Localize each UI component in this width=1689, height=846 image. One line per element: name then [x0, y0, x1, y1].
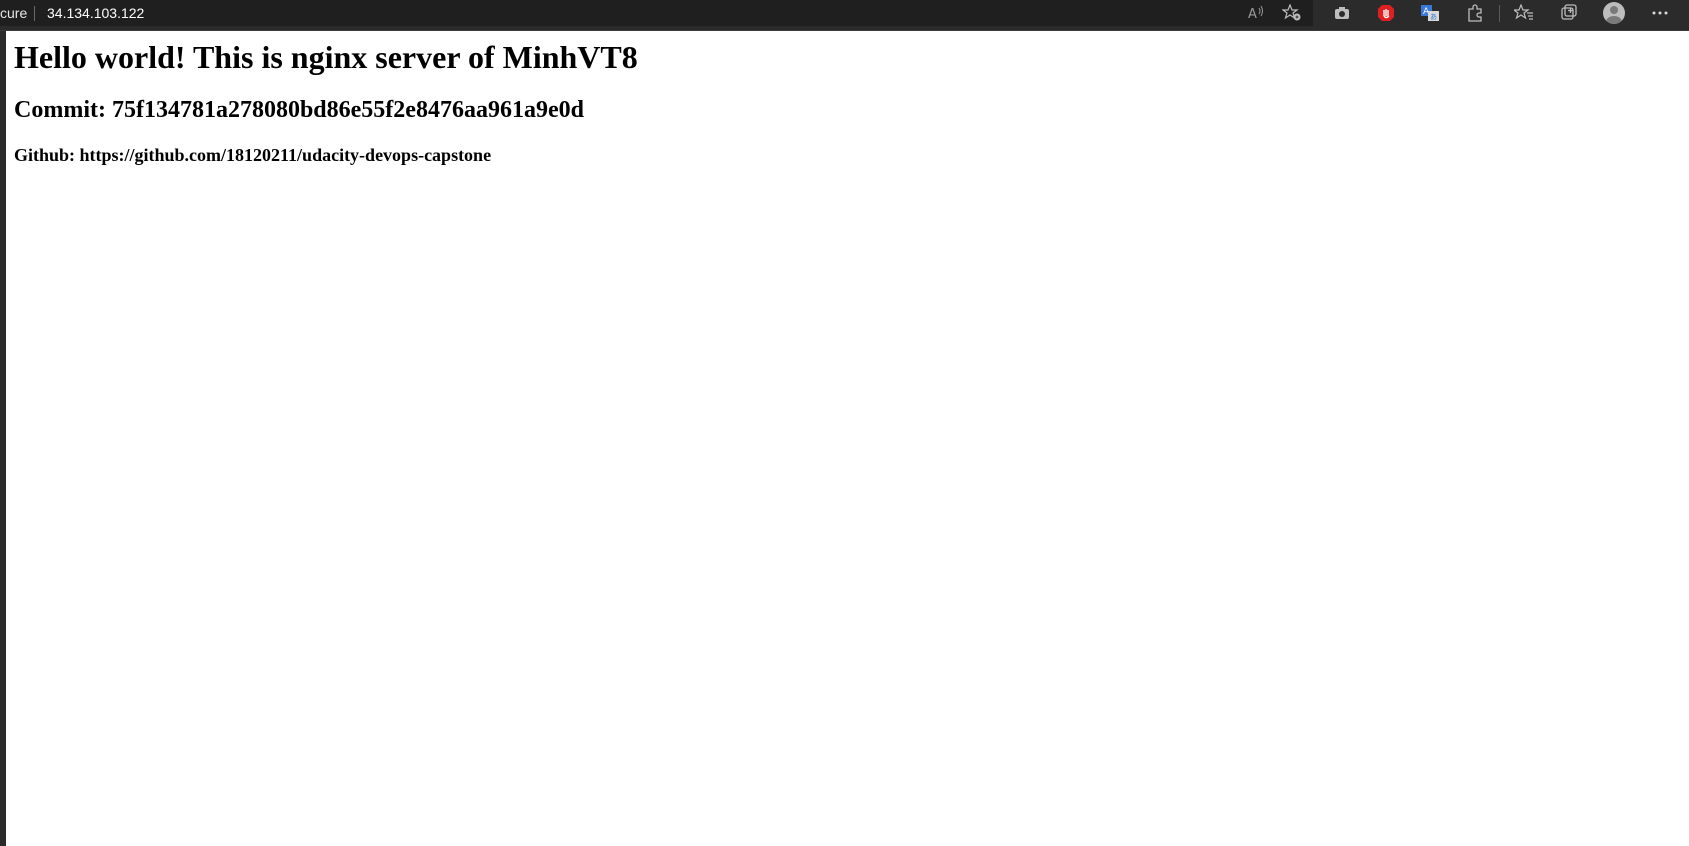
page-content: Hello world! This is nginx server of Min… — [6, 31, 1689, 846]
extensions-icon[interactable] — [1463, 2, 1487, 24]
profile-avatar-body — [1606, 16, 1622, 24]
favorite-add-icon[interactable] — [1280, 2, 1304, 24]
toolbar-divider — [1499, 5, 1500, 22]
url-text[interactable]: 34.134.103.122 — [47, 5, 144, 21]
security-indicator[interactable]: cure — [0, 5, 27, 21]
profile-icon[interactable] — [1603, 2, 1625, 24]
commit-text: Commit: 75f134781a278080bd86e55f2e8476aa… — [14, 97, 584, 123]
svg-text:あ: あ — [1430, 13, 1437, 21]
address-divider — [34, 6, 35, 21]
browser-toolbar: cure 34.134.103.122 A A あ — [0, 0, 1689, 31]
collections-icon[interactable] — [1557, 2, 1581, 24]
profile-avatar-head — [1610, 6, 1618, 14]
svg-text:A: A — [1248, 7, 1257, 21]
translate-icon[interactable]: A あ — [1418, 2, 1442, 24]
favorites-icon[interactable] — [1512, 2, 1536, 24]
github-text: Github: https://github.com/18120211/udac… — [14, 145, 492, 165]
address-bar[interactable]: cure 34.134.103.122 — [0, 0, 1313, 26]
page-heading: Hello world! This is nginx server of Min… — [14, 39, 638, 75]
more-icon[interactable] — [1648, 2, 1672, 24]
adblock-icon[interactable] — [1374, 2, 1398, 24]
screenshot-icon[interactable] — [1330, 2, 1354, 24]
read-aloud-icon[interactable]: A — [1244, 2, 1268, 24]
